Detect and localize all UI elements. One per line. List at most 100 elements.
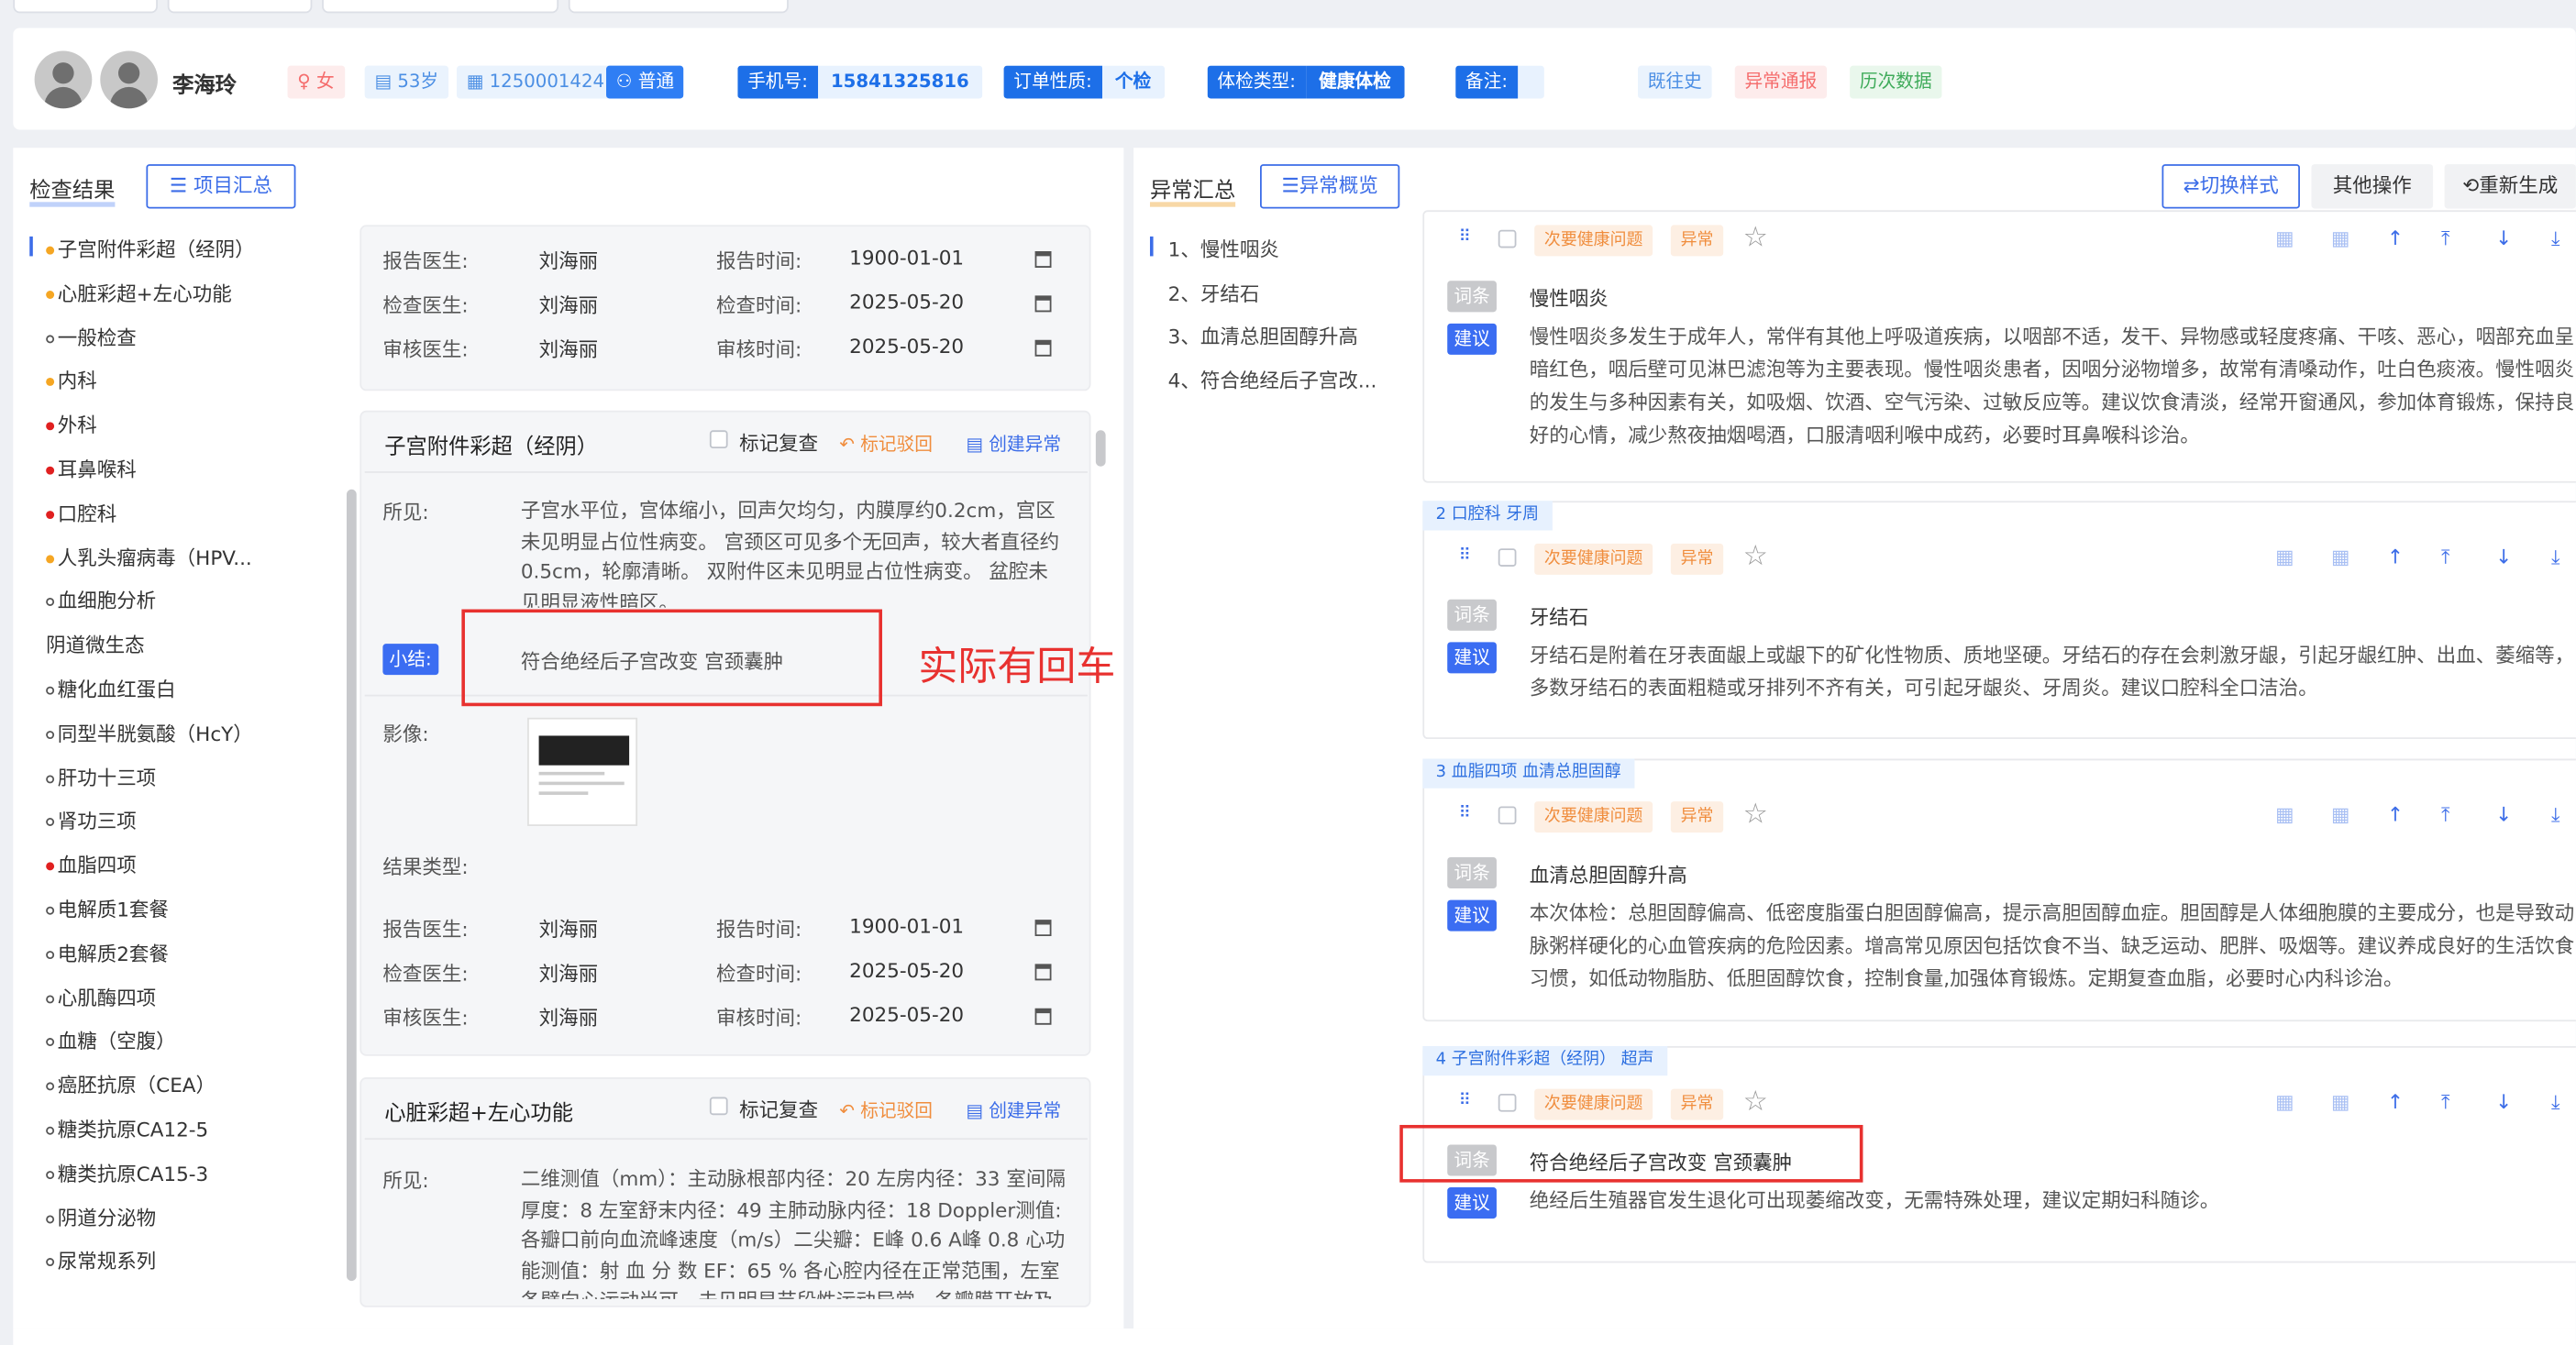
calendar-icon[interactable] [1034, 920, 1052, 936]
regenerate-button[interactable]: ⟲重新生成 [2444, 164, 2576, 209]
tree-item[interactable]: 人乳头瘤病毒（HPV... [46, 543, 252, 570]
drag-handle-icon[interactable]: ⠿ [1459, 228, 1471, 247]
tree-item-label: 人乳头瘤病毒（HPV... [57, 546, 252, 569]
tree-item[interactable]: 阴道微生态 [46, 631, 145, 658]
top-tab[interactable] [322, 0, 559, 14]
grid-icon[interactable]: ▦ [2275, 1090, 2294, 1113]
tree-item[interactable]: 糖化血红蛋白 [46, 675, 176, 702]
ultrasound-image-thumbnail[interactable] [527, 717, 638, 826]
tree-item[interactable]: 同型半胱氨酸（HcY） [46, 719, 253, 746]
move-bottom-icon[interactable]: ⤓ [2551, 226, 2560, 251]
calendar-icon[interactable] [1034, 251, 1052, 268]
move-top-icon[interactable]: ⤒ [2441, 803, 2450, 828]
mark-recheck-checkbox[interactable] [709, 430, 728, 448]
abnormal-report-tab[interactable]: 异常通报 [1734, 65, 1828, 99]
table-icon[interactable]: ▦ [2331, 226, 2349, 249]
grid-icon[interactable]: ▦ [2275, 546, 2294, 568]
project-summary-button[interactable]: ☰ 项目汇总 [146, 164, 296, 209]
top-tab[interactable] [568, 0, 789, 14]
status-circle-icon [46, 730, 55, 739]
drag-handle-icon[interactable]: ⠿ [1459, 805, 1471, 823]
status-circle-icon [46, 598, 55, 607]
move-top-icon[interactable]: ⤒ [2441, 1090, 2450, 1115]
tree-item[interactable]: 电解质1套餐 [46, 895, 169, 922]
arrow-down-icon[interactable]: ↓ [2495, 546, 2512, 568]
tree-item[interactable]: 血糖（空腹） [46, 1027, 176, 1054]
star-icon[interactable]: ☆ [1743, 222, 1768, 255]
tree-item[interactable]: 血脂四项 [46, 851, 137, 878]
tree-item[interactable]: 耳鼻喉科 [46, 455, 137, 482]
table-icon[interactable]: ▦ [2331, 803, 2349, 826]
arrow-down-icon[interactable]: ↓ [2495, 226, 2512, 249]
move-bottom-icon[interactable]: ⤓ [2551, 1090, 2560, 1115]
tree-item-label: 糖类抗原CA12-5 [57, 1118, 209, 1141]
move-top-icon[interactable]: ⤒ [2441, 226, 2450, 251]
tree-item[interactable]: 癌胚抗原（CEA） [46, 1071, 216, 1098]
tree-item[interactable]: 子宫附件彩超（经阴） [46, 235, 255, 262]
select-checkbox[interactable] [1498, 806, 1517, 825]
tree-item[interactable]: 心脏彩超+左心功能 [46, 279, 232, 306]
tree-item[interactable]: 电解质2套餐 [46, 939, 169, 966]
move-bottom-icon[interactable]: ⤓ [2551, 546, 2560, 570]
star-icon[interactable]: ☆ [1743, 540, 1768, 573]
calendar-icon[interactable] [1034, 339, 1052, 357]
mark-reject-link[interactable]: ↶ 标记驳回 [839, 430, 933, 457]
abnormal-overview-button[interactable]: ☰异常概览 [1260, 164, 1400, 209]
tree-item[interactable]: 口腔科 [46, 499, 116, 526]
tree-scrollbar[interactable] [346, 489, 357, 1282]
other-actions-button[interactable]: 其他操作 [2311, 164, 2434, 209]
time-value: 1900-01-01 [849, 246, 965, 270]
tree-item[interactable]: 糖类抗原CA12-5 [46, 1115, 208, 1142]
switch-style-button[interactable]: ⇄切换样式 [2161, 164, 2300, 209]
arrow-up-icon[interactable]: ↑ [2387, 803, 2404, 826]
tree-item[interactable]: 外科 [46, 411, 97, 438]
select-checkbox[interactable] [1498, 1093, 1517, 1112]
calendar-icon[interactable] [1034, 295, 1052, 313]
arrow-up-icon[interactable]: ↑ [2387, 226, 2404, 249]
abnormal-nav-item[interactable]: 1、慢性咽炎 [1168, 235, 1279, 262]
tree-item[interactable]: 尿常规系列 [46, 1247, 156, 1274]
move-bottom-icon[interactable]: ⤓ [2551, 803, 2560, 828]
star-icon[interactable]: ☆ [1743, 799, 1768, 832]
top-tab[interactable] [13, 0, 158, 14]
create-abnormal-link[interactable]: ▤ 创建异常 [966, 430, 1061, 457]
select-checkbox[interactable] [1498, 548, 1517, 567]
grid-icon[interactable]: ▦ [2275, 803, 2294, 826]
history-tab[interactable]: 既往史 [1638, 65, 1712, 99]
drag-handle-icon[interactable]: ⠿ [1459, 546, 1471, 565]
calendar-icon[interactable] [1034, 1008, 1052, 1025]
top-tab[interactable] [167, 0, 313, 14]
move-top-icon[interactable]: ⤒ [2441, 546, 2450, 570]
select-checkbox[interactable] [1498, 229, 1517, 248]
table-icon[interactable]: ▦ [2331, 546, 2349, 568]
advice-text: 慢性咽炎多发生于成年人，常伴有其他上呼吸道疾病，以咽部不适，发干、异物感或轻度疼… [1529, 325, 2575, 447]
calendar-icon[interactable] [1034, 964, 1052, 981]
tree-item[interactable]: 肝功十三项 [46, 763, 156, 790]
cards-scrollbar[interactable] [1095, 430, 1106, 467]
tree-item[interactable]: 内科 [46, 367, 97, 394]
arrow-up-icon[interactable]: ↑ [2387, 1090, 2404, 1113]
tree-item[interactable]: 一般检查 [46, 323, 137, 350]
tree-item[interactable]: 心肌酶四项 [46, 983, 156, 1010]
drag-handle-icon[interactable]: ⠿ [1459, 1092, 1471, 1110]
term-text: 慢性咽炎 [1529, 287, 1609, 311]
advice-label: 建议 [1447, 899, 1497, 932]
arrow-up-icon[interactable]: ↑ [2387, 546, 2404, 568]
arrow-down-icon[interactable]: ↓ [2495, 1090, 2512, 1113]
tree-item[interactable]: 糖类抗原CA15-3 [46, 1159, 208, 1186]
history-data-tab[interactable]: 历次数据 [1850, 65, 1942, 99]
arrow-down-icon[interactable]: ↓ [2495, 803, 2512, 826]
mark-recheck-checkbox[interactable] [709, 1097, 728, 1116]
mark-recheck-label: 标记复查 [739, 432, 819, 456]
star-icon[interactable]: ☆ [1743, 1086, 1768, 1119]
grid-icon[interactable]: ▦ [2275, 226, 2294, 249]
tree-item[interactable]: 阴道分泌物 [46, 1203, 156, 1230]
tree-item[interactable]: 肾功三项 [46, 807, 137, 834]
abnormal-nav-item[interactable]: 4、符合绝经后子宫改... [1168, 366, 1377, 393]
tree-item[interactable]: 血细胞分析 [46, 587, 156, 614]
abnormal-nav-item[interactable]: 2、牙结石 [1168, 279, 1260, 306]
abnormal-nav-item[interactable]: 3、血清总胆固醇升高 [1168, 322, 1358, 349]
table-icon[interactable]: ▦ [2331, 1090, 2349, 1113]
mark-reject-link[interactable]: ↶ 标记驳回 [839, 1097, 933, 1124]
create-abnormal-link[interactable]: ▤ 创建异常 [966, 1097, 1061, 1124]
